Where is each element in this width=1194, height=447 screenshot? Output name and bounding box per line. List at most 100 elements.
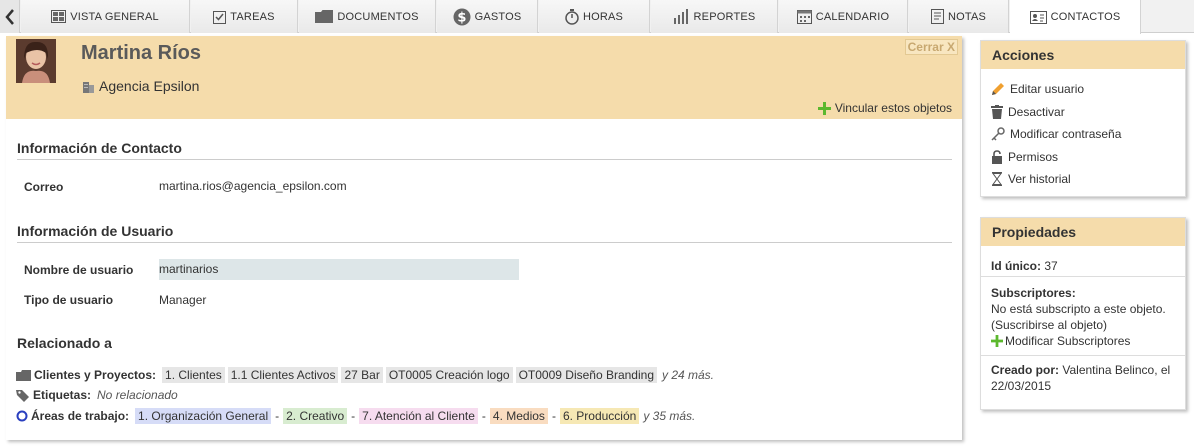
deactivate-action[interactable]: Desactivar (981, 101, 1185, 124)
tab-notas[interactable]: NOTAS (909, 0, 1009, 33)
client-chip[interactable]: 27 Bar (341, 367, 383, 383)
client-chip[interactable]: OT0005 Creación logo (385, 367, 513, 383)
building-icon (83, 81, 94, 93)
plus-icon (817, 101, 831, 115)
properties-panel: Propiedades Id único: 37 Subscriptores: … (980, 217, 1186, 410)
trash-icon (991, 104, 1003, 119)
svg-text:$: $ (457, 10, 466, 25)
id-label: Id único: (991, 259, 1041, 273)
clients-row: Clientes y Proyectos: 1. Clientes 1.1 Cl… (16, 367, 714, 383)
username-value: martinarios (159, 259, 519, 280)
tab-documentos[interactable]: DOCUMENTOS (299, 0, 436, 33)
email-label: Correo (24, 180, 64, 194)
actions-panel: Acciones Editar usuario Desactivar Modif… (980, 40, 1186, 197)
folder-icon (16, 369, 31, 381)
tasks-icon (213, 10, 227, 24)
change-password-label: Modificar contraseña (1010, 127, 1122, 142)
created-label: Creado por: (991, 363, 1060, 377)
avatar (16, 39, 56, 83)
lock-icon (992, 149, 1002, 164)
area-chip[interactable]: 6. Producción (559, 408, 640, 424)
change-password-action[interactable]: Modificar contraseña (981, 123, 1185, 146)
tab-contactos[interactable]: CONTACTOS (1010, 0, 1141, 34)
subscribers-text: No está subscripto a este objeto. (991, 302, 1166, 316)
tag-icon (16, 389, 29, 402)
area-chip[interactable]: 4. Medios (489, 408, 548, 424)
client-chip[interactable]: 1.1 Clientes Activos (227, 367, 339, 383)
tab-label: DOCUMENTOS (337, 10, 419, 23)
created-by[interactable]: Valentina Belinco, el (1062, 363, 1170, 377)
clients-more-link[interactable]: y 24 más. (662, 368, 714, 382)
area-separator: - (351, 409, 356, 423)
tab-label: REPORTES (693, 10, 756, 23)
modify-subscribers-link[interactable]: Modificar Subscriptores (991, 333, 1130, 349)
area-separator: - (481, 409, 486, 423)
calendar-icon (796, 10, 812, 24)
username-label: Nombre de usuario (24, 263, 134, 277)
client-chip[interactable]: 1. Clientes (162, 367, 225, 383)
link-objects-label: Vincular estos objetos (834, 101, 952, 115)
tab-label: GASTOS (474, 10, 522, 23)
modify-subscribers-label: Modificar Subscriptores (1005, 334, 1131, 348)
plus-icon (991, 335, 1003, 347)
area-chip[interactable]: 7. Atención al Cliente (359, 408, 478, 424)
tab-reportes[interactable]: REPORTES (651, 0, 778, 33)
history-label: Ver historial (1008, 172, 1071, 187)
area-separator: - (551, 409, 556, 423)
tab-horas[interactable]: HORAS (539, 0, 650, 33)
area-chip[interactable]: 1. Organización General (135, 408, 272, 424)
user-type-label: Tipo de usuario (24, 293, 114, 307)
created-row: Creado por: Valentina Belinco, el 22/03/… (981, 356, 1185, 394)
tab-label: TAREAS (230, 10, 275, 23)
money-icon: $ (453, 8, 471, 25)
tab-vista-general[interactable]: VISTA GENERAL (21, 0, 190, 33)
tab-label: CONTACTOS (1050, 11, 1121, 23)
contact-card: Martina Ríos Agencia Epsilon Cerrar X Vi… (6, 36, 962, 440)
tab-label: VISTA GENERAL (70, 10, 159, 23)
tab-bar: VISTA GENERAL TAREAS DOCUMENTOS $ GASTOS… (0, 0, 1194, 34)
tab-tareas[interactable]: TAREAS (191, 0, 298, 33)
tab-label: HORAS (582, 10, 624, 23)
client-chip[interactable]: OT0009 Diseño Branding (515, 367, 657, 383)
permissions-label: Permisos (1008, 149, 1059, 164)
clients-label: Clientes y Proyectos: (34, 368, 157, 382)
areas-row: Áreas de trabajo: 1. Organización Genera… (16, 408, 695, 424)
link-objects-button[interactable]: Vincular estos objetos (817, 101, 952, 115)
subscribers-label: Subscriptores: (991, 286, 1076, 300)
avatar-photo (16, 39, 56, 83)
contact-name: Martina Ríos (81, 42, 202, 64)
tab-gastos[interactable]: $ GASTOS (437, 0, 538, 33)
email-value[interactable]: martina.rios@agencia_epsilon.com (159, 179, 347, 193)
company-row: Agencia Epsilon (72, 74, 962, 98)
company-link[interactable]: Agencia Epsilon (99, 78, 199, 94)
subscribers-section: Subscriptores: No está subscripto a este… (981, 277, 1185, 356)
close-button[interactable]: Cerrar X (904, 39, 958, 55)
circle-icon (16, 410, 28, 422)
edit-user-action[interactable]: Editar usuario (981, 78, 1185, 101)
areas-more-link[interactable]: y 35 más. (643, 409, 695, 423)
tab-label: CALENDARIO (815, 10, 890, 23)
chevron-left-icon (4, 8, 14, 25)
created-date: 22/03/2015 (991, 379, 1052, 393)
edit-user-label: Editar usuario (1010, 82, 1085, 97)
pencil-icon (992, 83, 1004, 96)
permissions-action[interactable]: Permisos (981, 146, 1185, 169)
user-type-value: Manager (159, 293, 207, 307)
contact-header: Martina Ríos Agencia Epsilon Cerrar X Vi… (6, 36, 962, 119)
back-button[interactable] (0, 0, 20, 33)
contact-info-title: Información de Contacto (17, 140, 952, 160)
tab-label: NOTAS (947, 10, 987, 23)
contacts-icon (1029, 10, 1047, 24)
properties-title: Propiedades (981, 218, 1185, 246)
id-row: Id único: 37 (981, 246, 1185, 277)
folder-icon (315, 10, 334, 23)
related-title: Relacionado a (17, 335, 112, 351)
history-action[interactable]: Ver historial (981, 168, 1185, 191)
user-info-title: Información de Usuario (17, 223, 952, 243)
subscribe-link[interactable]: (Suscribirse al objeto) (991, 318, 1107, 332)
areas-label: Áreas de trabajo: (31, 409, 130, 423)
id-value: 37 (1044, 259, 1058, 273)
area-chip[interactable]: 2. Creativo (283, 408, 348, 424)
actions-title: Acciones (981, 41, 1185, 69)
tab-calendario[interactable]: CALENDARIO (779, 0, 908, 33)
